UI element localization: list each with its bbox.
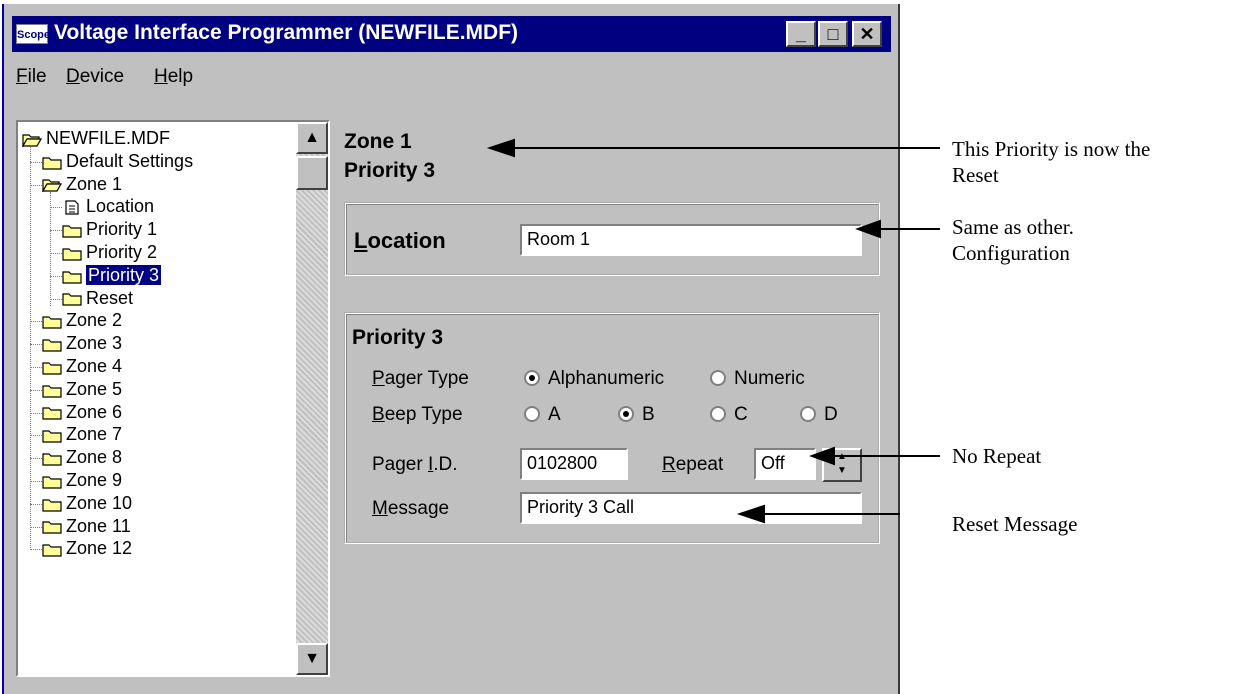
annotation-priority-line3: Same as other.	[952, 215, 1074, 239]
annotation-priority-line4: Configuration	[952, 241, 1070, 265]
annotation-reset-message: Reset Message	[952, 512, 1078, 536]
arrow-location-head	[855, 219, 881, 239]
annotation-arrows	[486, 138, 940, 524]
arrow-priority-head	[486, 138, 515, 158]
annotation-priority-line1: This Priority is now the	[952, 137, 1151, 161]
annotation-no-repeat: No Repeat	[952, 444, 1042, 468]
arrow-message-head	[736, 504, 765, 524]
annotation-priority-line2: Reset	[952, 163, 999, 187]
arrow-repeat-head	[809, 446, 835, 466]
